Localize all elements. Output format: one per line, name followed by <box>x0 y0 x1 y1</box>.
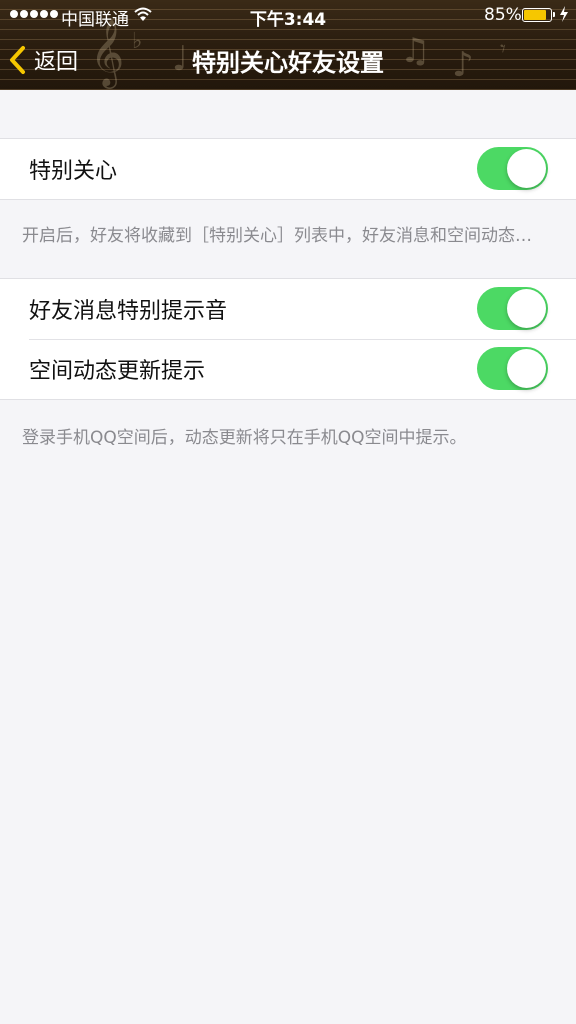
charging-bolt-icon <box>560 6 568 22</box>
special-care-row: 特别关心 <box>0 139 576 199</box>
toggle-knob <box>507 289 546 328</box>
toggle-knob <box>507 349 546 388</box>
special-care-toggle[interactable] <box>477 147 548 190</box>
special-care-footnote: 开启后，好友将收藏到［特别关心］列表中，好友消息和空间动态… <box>22 226 532 246</box>
special-care-group: 特别关心 <box>0 138 576 200</box>
special-care-label: 特别关心 <box>29 159 118 184</box>
qzone-update-alert-row: 空间动态更新提示 <box>0 339 576 399</box>
qzone-footnote: 登录手机QQ空间后，动态更新将只在手机QQ空间中提示。 <box>22 428 467 448</box>
friend-message-sound-toggle[interactable] <box>477 287 548 330</box>
navigation-bar: 返回 特别关心好友设置 <box>0 30 576 90</box>
battery-percent: 85% <box>484 5 522 25</box>
toggle-knob <box>507 149 546 188</box>
friend-message-sound-label: 好友消息特别提示音 <box>29 299 228 324</box>
status-bar: 中国联通 下午3:44 85% <box>0 0 576 30</box>
qzone-update-alert-toggle[interactable] <box>477 347 548 390</box>
friend-message-sound-row: 好友消息特别提示音 <box>0 279 576 339</box>
battery-icon <box>522 8 555 22</box>
qzone-update-alert-label: 空间动态更新提示 <box>29 359 206 384</box>
notification-group: 好友消息特别提示音 空间动态更新提示 <box>0 278 576 400</box>
page-title: 特别关心好友设置 <box>192 49 384 77</box>
header: 𝄞 ♭ ♩ ♫ ♪ 𝄾 中国联通 下午3:44 85% 返回 特别关心好友设置 <box>0 0 576 90</box>
